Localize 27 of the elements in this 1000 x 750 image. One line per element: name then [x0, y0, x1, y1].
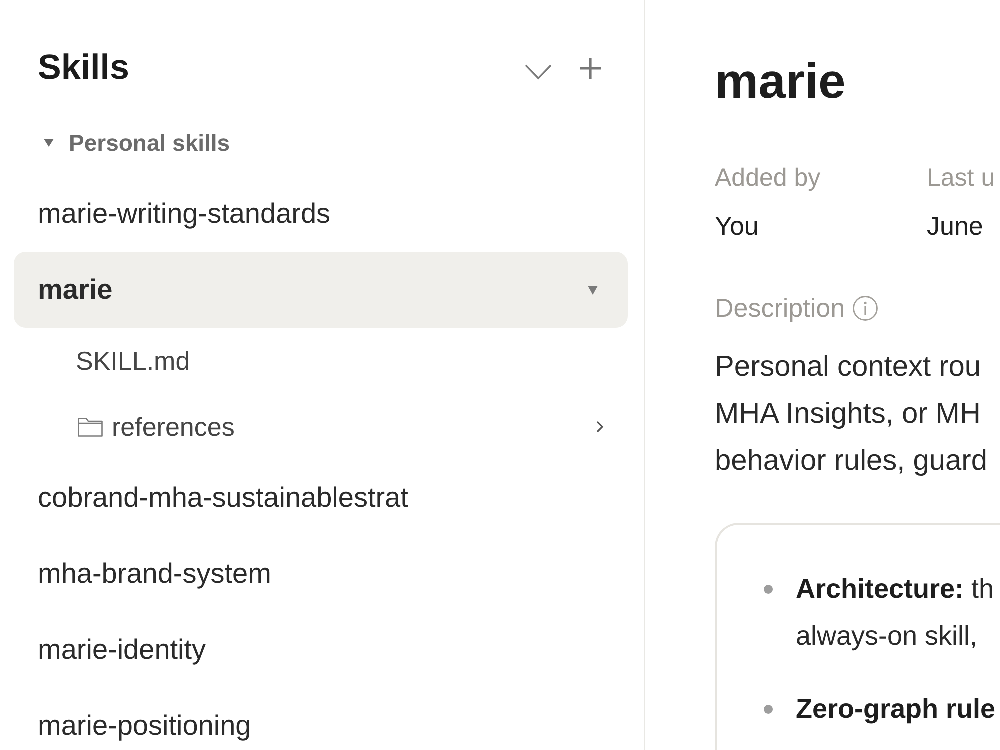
skill-item[interactable]: cobrand-mha-sustainablestrat: [14, 460, 628, 536]
description-text: Personal context rou MHA Insights, or MH behavior rules, guard: [715, 350, 988, 479]
meta-label: Last u: [927, 163, 996, 194]
file-item[interactable]: SKILL.md: [14, 328, 628, 394]
bullet-icon: [764, 705, 773, 714]
skill-item[interactable]: marie-positioning: [14, 688, 628, 750]
skill-item[interactable]: marie-writing-standards: [14, 176, 628, 252]
expand-collapse-button[interactable]: [525, 64, 552, 80]
skill-title: marie: [715, 54, 846, 111]
meta-value: June: [927, 210, 984, 243]
add-skill-button[interactable]: [580, 58, 601, 78]
meta-label: Added by: [715, 163, 821, 194]
skill-item[interactable]: marie-identity: [14, 612, 628, 688]
bullet-text: Architecture: th always-on skill,: [796, 573, 994, 653]
folder-icon: [78, 418, 103, 436]
plus-icon: [580, 58, 601, 78]
skill-item[interactable]: mha-brand-system: [14, 536, 628, 612]
section-toggle[interactable]: Personal skills: [14, 110, 230, 176]
bullet-icon: [764, 585, 773, 594]
sidebar-title: Skills: [38, 47, 130, 89]
folder-item[interactable]: references: [14, 394, 628, 460]
info-icon[interactable]: [853, 296, 878, 320]
bullet-text: Zero-graph rule: [796, 693, 996, 726]
meta-value: You: [715, 210, 759, 243]
chevron-down-icon: [525, 64, 552, 80]
skill-item[interactable]: marie: [14, 252, 628, 328]
description-label: Description: [715, 292, 846, 325]
